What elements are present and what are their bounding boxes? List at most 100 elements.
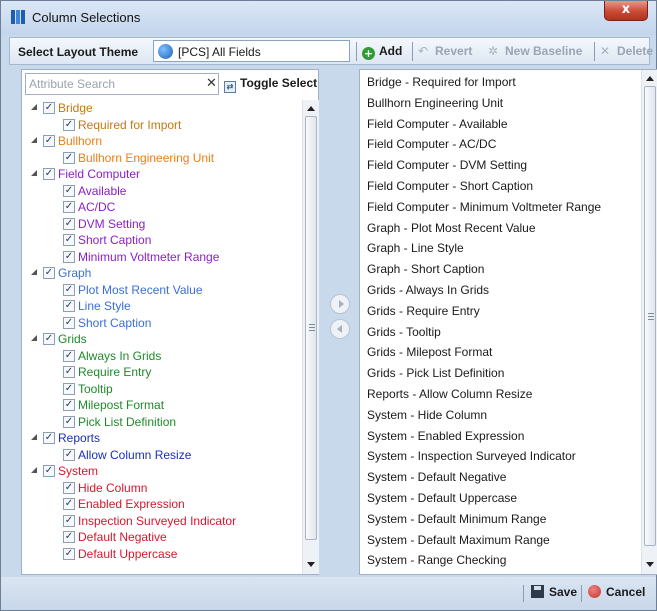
- expand-arrow-icon[interactable]: [31, 467, 37, 473]
- selected-column-item[interactable]: Grids - Require Entry: [367, 302, 480, 320]
- delete-button[interactable]: ✕ Delete: [600, 44, 653, 58]
- expand-arrow-icon[interactable]: [31, 137, 37, 143]
- checkbox[interactable]: ✓: [43, 135, 55, 147]
- selected-column-item[interactable]: Reports - Allow Column Resize: [367, 385, 532, 403]
- checkbox[interactable]: ✓: [63, 118, 75, 131]
- selected-column-item[interactable]: Grids - Pick List Definition: [367, 364, 504, 382]
- toggle-select-button[interactable]: ⇄ Toggle Select: [224, 76, 317, 93]
- tree-group-row[interactable]: ✓ Grids: [25, 331, 301, 347]
- tree-attribute-row[interactable]: ✓ Default Uppercase: [25, 546, 301, 562]
- clear-search-icon[interactable]: ✕: [206, 76, 217, 91]
- selected-column-item[interactable]: Field Computer - Minimum Voltmeter Range: [367, 198, 601, 216]
- new-baseline-button[interactable]: ✲ New Baseline: [488, 44, 582, 58]
- selected-column-item[interactable]: System - Range Checking: [367, 551, 506, 569]
- checkbox[interactable]: ✓: [63, 151, 75, 164]
- checkbox[interactable]: ✓: [43, 168, 55, 180]
- checkbox[interactable]: ✓: [43, 102, 55, 114]
- tree-group-row[interactable]: ✓ Field Computer: [25, 166, 301, 182]
- expand-arrow-icon[interactable]: [31, 104, 37, 110]
- checkbox[interactable]: ✓: [43, 465, 55, 477]
- cancel-button[interactable]: Cancel: [588, 585, 645, 599]
- attribute-tree-scrollbar[interactable]: [302, 100, 319, 574]
- move-right-button[interactable]: [330, 294, 350, 314]
- selected-column-item[interactable]: System - Inspection Surveyed Indicator: [367, 447, 576, 465]
- tree-attribute-row[interactable]: ✓ Tooltip: [25, 381, 301, 397]
- checkbox[interactable]: ✓: [43, 333, 55, 345]
- selected-column-item[interactable]: Bullhorn Engineering Unit: [367, 94, 503, 112]
- checkbox[interactable]: ✓: [63, 217, 75, 230]
- selected-column-item[interactable]: System - Default Uppercase: [367, 489, 517, 507]
- tree-attribute-row[interactable]: ✓ Always In Grids: [25, 348, 301, 364]
- tree-attribute-row[interactable]: ✓ Short Caption: [25, 232, 301, 248]
- tree-attribute-row[interactable]: ✓ Pick List Definition: [25, 414, 301, 430]
- selected-column-item[interactable]: System - Hide Column: [367, 406, 487, 424]
- expand-arrow-icon[interactable]: [31, 269, 37, 275]
- expand-arrow-icon[interactable]: [31, 170, 37, 176]
- tree-attribute-row[interactable]: ✓ Minimum Voltmeter Range: [25, 249, 301, 265]
- tree-attribute-row[interactable]: ✓ Default Negative: [25, 529, 301, 545]
- checkbox[interactable]: ✓: [63, 399, 75, 411]
- checkbox[interactable]: ✓: [43, 432, 55, 444]
- checkbox[interactable]: ✓: [63, 415, 75, 428]
- checkbox[interactable]: ✓: [63, 349, 75, 362]
- tree-attribute-row[interactable]: ✓ Short Caption: [25, 315, 301, 331]
- tree-attribute-row[interactable]: ✓ Enabled Expression: [25, 496, 301, 512]
- tree-attribute-row[interactable]: ✓ Inspection Surveyed Indicator: [25, 513, 301, 529]
- tree-attribute-row[interactable]: ✓ DVM Setting: [25, 216, 301, 232]
- tree-attribute-row[interactable]: ✓ Require Entry: [25, 364, 301, 380]
- tree-group-row[interactable]: ✓ Graph: [25, 265, 301, 281]
- tree-group-row[interactable]: ✓ Reports: [25, 430, 301, 446]
- tree-group-row[interactable]: ✓ Bridge: [25, 100, 301, 116]
- selected-column-item[interactable]: System - Default Negative: [367, 468, 506, 486]
- checkbox[interactable]: ✓: [63, 201, 75, 213]
- selected-column-item[interactable]: Field Computer - AC/DC: [367, 135, 496, 153]
- checkbox[interactable]: ✓: [63, 300, 75, 312]
- checkbox[interactable]: ✓: [63, 316, 75, 329]
- selected-column-item[interactable]: Graph - Line Style: [367, 239, 464, 257]
- tree-attribute-row[interactable]: ✓ Bullhorn Engineering Unit: [25, 150, 301, 166]
- tree-attribute-row[interactable]: ✓ Available: [25, 183, 301, 199]
- selected-columns-scrollbar[interactable]: [641, 70, 657, 574]
- selected-column-item[interactable]: Grids - Always In Grids: [367, 281, 489, 299]
- tree-attribute-row[interactable]: ✓ Line Style: [25, 298, 301, 314]
- checkbox[interactable]: ✓: [63, 448, 75, 461]
- save-button[interactable]: Save: [531, 585, 577, 599]
- revert-button[interactable]: ↶ Revert: [418, 44, 472, 58]
- tree-attribute-row[interactable]: ✓ Plot Most Recent Value: [25, 282, 301, 298]
- selected-column-item[interactable]: Bridge - Required for Import: [367, 73, 516, 91]
- checkbox[interactable]: ✓: [63, 531, 75, 543]
- selected-column-item[interactable]: System - Default Maximum Range: [367, 531, 550, 549]
- checkbox[interactable]: ✓: [63, 366, 75, 378]
- checkbox[interactable]: ✓: [63, 382, 75, 395]
- selected-column-item[interactable]: Grids - Tooltip: [367, 323, 441, 341]
- scroll-down-arrow[interactable]: [646, 562, 654, 567]
- checkbox[interactable]: ✓: [63, 184, 75, 197]
- tree-group-row[interactable]: ✓ System: [25, 463, 301, 479]
- tree-attribute-row[interactable]: ✓ AC/DC: [25, 199, 301, 215]
- close-button[interactable]: x: [604, 1, 648, 21]
- checkbox[interactable]: ✓: [63, 283, 75, 296]
- selected-column-item[interactable]: System - Enabled Expression: [367, 427, 524, 445]
- selected-column-item[interactable]: Grids - Milepost Format: [367, 343, 492, 361]
- checkbox[interactable]: ✓: [63, 547, 75, 560]
- selected-column-item[interactable]: Field Computer - DVM Setting: [367, 156, 527, 174]
- checkbox[interactable]: ✓: [63, 250, 75, 263]
- checkbox[interactable]: ✓: [63, 498, 75, 510]
- tree-attribute-row[interactable]: ✓ Hide Column: [25, 480, 301, 496]
- tree-group-row[interactable]: ✓ Bullhorn: [25, 133, 301, 149]
- attribute-search-input[interactable]: [29, 76, 199, 92]
- scroll-thumb[interactable]: [305, 116, 317, 540]
- checkbox[interactable]: ✓: [63, 234, 75, 246]
- add-button[interactable]: + Add: [362, 44, 402, 60]
- checkbox[interactable]: ✓: [63, 481, 75, 494]
- scroll-up-arrow[interactable]: [646, 76, 654, 81]
- tree-attribute-row[interactable]: ✓ Required for Import: [25, 117, 301, 133]
- move-left-button[interactable]: [330, 319, 350, 339]
- tree-attribute-row[interactable]: ✓ Milepost Format: [25, 397, 301, 413]
- checkbox[interactable]: ✓: [63, 514, 75, 527]
- scroll-thumb[interactable]: [644, 86, 656, 546]
- scroll-down-arrow[interactable]: [307, 562, 315, 567]
- selected-column-item[interactable]: System - Default Minimum Range: [367, 510, 546, 528]
- layout-theme-select[interactable]: [PCS] All Fields: [153, 40, 350, 62]
- tree-attribute-row[interactable]: ✓ Allow Column Resize: [25, 447, 301, 463]
